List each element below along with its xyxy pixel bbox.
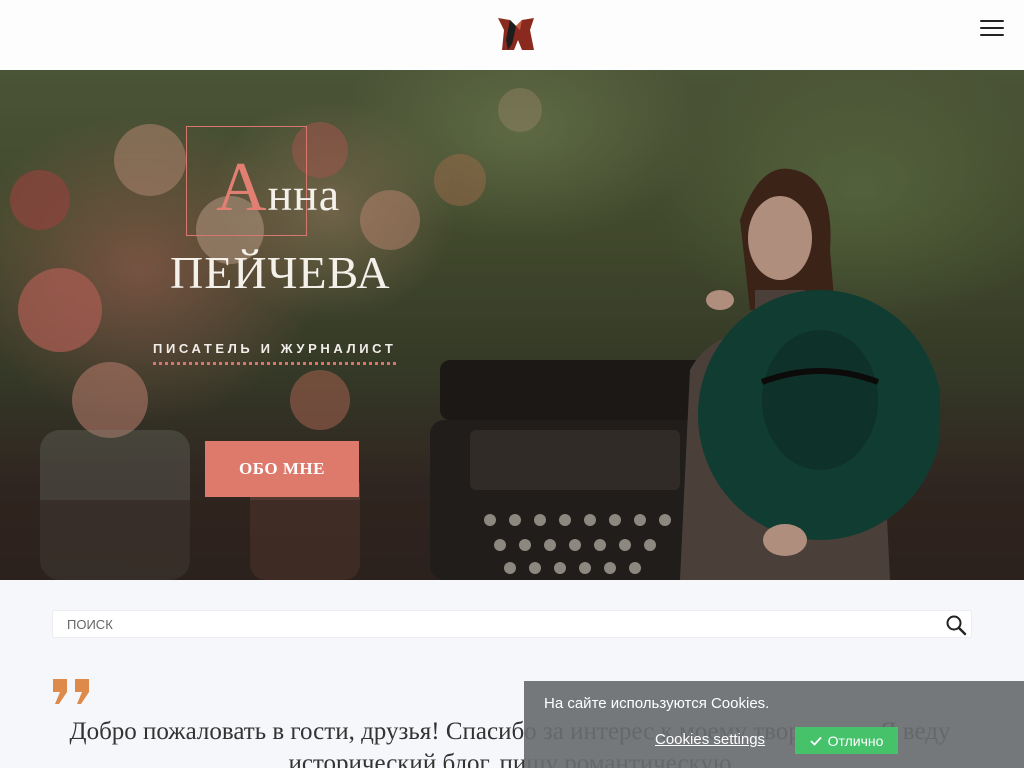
search-icon[interactable] xyxy=(945,614,967,636)
cookie-accept-button[interactable]: Отлично xyxy=(795,727,898,754)
author-logo[interactable] xyxy=(496,16,536,52)
cookie-settings-link[interactable]: Cookies settings xyxy=(655,731,765,748)
site-header xyxy=(0,0,1024,70)
about-me-button[interactable]: ОБО МНЕ xyxy=(205,441,359,497)
hero-banner: Анна ПЕЙЧЕВА ПИСАТЕЛЬ И ЖУРНАЛИСТ ОБО МН… xyxy=(0,70,1024,580)
cookie-banner: На сайте используются Cookies. Cookies s… xyxy=(524,681,1024,768)
hero-title-first-name: Анна xyxy=(216,148,340,228)
hero-subtitle: ПИСАТЕЛЬ И ЖУРНАЛИСТ xyxy=(153,341,397,365)
title-initial: А xyxy=(216,149,268,226)
hero-title-last-name: ПЕЙЧЕВА xyxy=(170,247,391,298)
cookie-accept-label: Отлично xyxy=(827,732,884,749)
check-icon xyxy=(809,736,822,746)
search-bar xyxy=(52,610,972,638)
title-first-name-rest: нна xyxy=(267,169,341,220)
search-input[interactable] xyxy=(67,611,927,637)
hero-overlay xyxy=(0,70,1024,580)
quote-icon xyxy=(53,679,89,704)
cookie-message: На сайте используются Cookies. xyxy=(544,695,770,712)
hamburger-menu-icon[interactable] xyxy=(980,19,1004,37)
